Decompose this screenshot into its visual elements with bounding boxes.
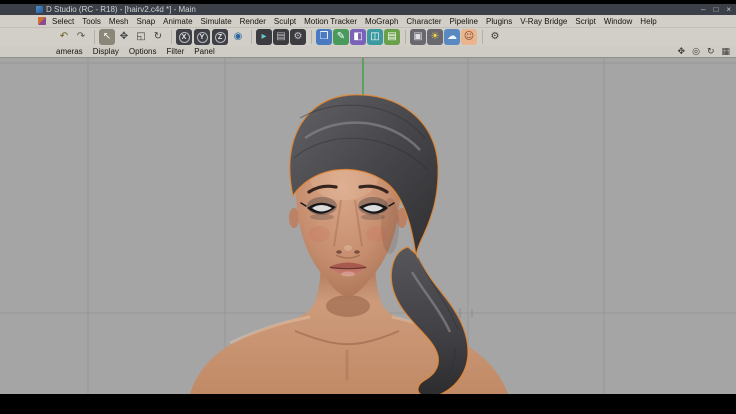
pan-view-icon[interactable]: ✥ (678, 47, 686, 57)
toolbar-separator (94, 30, 95, 44)
viewport-menu-cameras[interactable]: ameras (56, 47, 83, 56)
x-axis-label: X (178, 31, 190, 43)
menu-item-mesh[interactable]: Mesh (109, 17, 129, 26)
zoom-view-icon[interactable]: ◎ (692, 47, 700, 57)
menu-item-tools[interactable]: Tools (82, 17, 101, 26)
menu-item-script[interactable]: Script (575, 17, 595, 26)
viewport-menu-panel[interactable]: Panel (194, 47, 214, 56)
y-axis-lock-button[interactable]: Y (194, 29, 210, 45)
viewport-menu-display[interactable]: Display (93, 47, 119, 56)
toolbar-separator (171, 30, 172, 44)
light-object-icon[interactable]: ☀ (427, 29, 443, 45)
live-selection-icon[interactable]: ↖ (99, 29, 115, 45)
sky-object-icon[interactable]: ☁ (444, 29, 460, 45)
menu-item-simulate[interactable]: Simulate (201, 17, 232, 26)
menu-item-character[interactable]: Character (406, 17, 441, 26)
toolbar-separator (482, 30, 483, 44)
viewport-canvas[interactable] (0, 58, 736, 394)
viewport-menu-bar: ameras Display Options Filter Panel ✥ ◎ … (0, 46, 736, 58)
close-button[interactable]: × (726, 4, 731, 15)
camera-object-icon[interactable]: ▣ (410, 29, 426, 45)
character-face-icon[interactable]: ☺ (461, 29, 477, 45)
toolbar-separator (405, 30, 406, 44)
array-object-icon[interactable]: ◫ (367, 29, 383, 45)
main-toolbar: ↶ ↷ ↖ ✥ ◱ ↻ X Y Z ◉ ▸ ▤ ⚙ ❒ ✎ ◧ ◫ ▤ ▣ ☀ … (0, 28, 736, 46)
floor-object-icon[interactable]: ▤ (384, 29, 400, 45)
maximize-button[interactable]: □ (713, 4, 718, 15)
menu-item-select[interactable]: Select (52, 17, 74, 26)
menu-item-pipeline[interactable]: Pipeline (450, 17, 478, 26)
minimize-button[interactable]: – (701, 4, 705, 15)
menu-item-sculpt[interactable]: Sculpt (274, 17, 296, 26)
scale-tool-icon[interactable]: ◱ (133, 29, 149, 45)
move-tool-icon[interactable]: ✥ (116, 29, 132, 45)
menu-item-mograph[interactable]: MoGraph (365, 17, 398, 26)
z-axis-lock-button[interactable]: Z (212, 29, 228, 45)
render-settings-icon[interactable]: ⚙ (290, 29, 306, 45)
x-axis-lock-button[interactable]: X (176, 29, 192, 45)
menu-item-vray-bridge[interactable]: V-Ray Bridge (520, 17, 567, 26)
toolbar-separator (311, 30, 312, 44)
menu-item-help[interactable]: Help (640, 17, 656, 26)
render-view-icon[interactable]: ▸ (256, 29, 272, 45)
redo-icon[interactable]: ↷ (73, 29, 89, 45)
toolbar-separator (251, 30, 252, 44)
viewport-menu-filter[interactable]: Filter (167, 47, 185, 56)
y-axis-label: Y (196, 31, 208, 43)
neck-shadow (326, 295, 370, 317)
add-cube-icon[interactable]: ❒ (316, 29, 332, 45)
rotate-view-icon[interactable]: ↻ (707, 47, 715, 57)
coordinate-system-icon[interactable]: ◉ (230, 29, 246, 45)
z-axis-label: Z (214, 31, 226, 43)
viewport-menu-options[interactable]: Options (129, 47, 157, 56)
menu-item-animate[interactable]: Animate (163, 17, 192, 26)
rotate-tool-icon[interactable]: ↻ (150, 29, 166, 45)
add-spline-icon[interactable]: ✎ (333, 29, 349, 45)
menu-item-motion-tracker[interactable]: Motion Tracker (304, 17, 357, 26)
subdivision-surface-icon[interactable]: ◧ (350, 29, 366, 45)
window-title: D Studio (RC - R18) - [hairv2.c4d *] - M… (46, 5, 196, 14)
render-picture-viewer-icon[interactable]: ▤ (273, 29, 289, 45)
menu-item-render[interactable]: Render (240, 17, 266, 26)
undo-icon[interactable]: ↶ (56, 29, 72, 45)
menu-item-window[interactable]: Window (604, 17, 632, 26)
document-icon (38, 17, 46, 25)
gear-icon[interactable]: ⚙ (487, 29, 503, 45)
letterbox-bottom (0, 394, 736, 414)
layout-toggle-icon[interactable]: ▦ (721, 47, 730, 57)
menu-bar: Select Tools Mesh Snap Animate Simulate … (0, 15, 736, 28)
app-icon (36, 6, 43, 13)
window-titlebar: D Studio (RC - R18) - [hairv2.c4d *] - M… (0, 4, 736, 15)
video-frame: D Studio (RC - R18) - [hairv2.c4d *] - M… (0, 0, 736, 414)
menu-item-plugins[interactable]: Plugins (486, 17, 512, 26)
menu-item-snap[interactable]: Snap (136, 17, 155, 26)
viewport-3d[interactable] (0, 58, 736, 394)
